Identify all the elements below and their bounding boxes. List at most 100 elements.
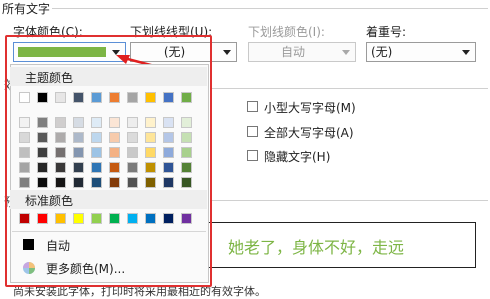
theme-shade-swatch[interactable]: [163, 117, 174, 128]
chevron-down-icon: [342, 50, 350, 55]
theme-shade-swatch[interactable]: [109, 177, 120, 188]
auto-color-label: 自动: [46, 239, 71, 253]
emphasis-dropdown[interactable]: (无): [366, 42, 476, 62]
theme-shade-swatch[interactable]: [145, 147, 156, 158]
more-colors-label: 更多颜色(M)...: [46, 262, 126, 276]
theme-shade-swatch[interactable]: [109, 132, 120, 143]
theme-shade-swatch[interactable]: [91, 162, 102, 173]
theme-color-swatch[interactable]: [73, 92, 84, 103]
theme-shade-swatch[interactable]: [127, 162, 138, 173]
color-wheel-icon: [23, 262, 35, 274]
theme-color-swatch[interactable]: [163, 92, 174, 103]
footer-note: 尚未安装此字体，打印时将采用最相近的有效字体。: [13, 285, 266, 298]
hidden-text-checkbox[interactable]: [247, 150, 258, 161]
theme-shade-swatch[interactable]: [91, 177, 102, 188]
theme-shade-swatch[interactable]: [145, 117, 156, 128]
preview-divider: [210, 200, 488, 201]
theme-shade-swatch[interactable]: [19, 162, 30, 173]
standard-color-swatch[interactable]: [91, 213, 102, 224]
standard-color-swatch[interactable]: [37, 213, 48, 224]
theme-shade-swatch[interactable]: [163, 162, 174, 173]
theme-shade-swatch[interactable]: [37, 132, 48, 143]
chevron-down-icon: [462, 50, 470, 55]
picker-separator: [12, 231, 206, 232]
font-color-swatch: [18, 47, 106, 57]
theme-shade-swatch[interactable]: [109, 117, 120, 128]
auto-color-swatch: [23, 239, 34, 250]
theme-shade-swatch[interactable]: [163, 147, 174, 158]
theme-color-swatch[interactable]: [145, 92, 156, 103]
theme-shade-swatch[interactable]: [127, 147, 138, 158]
theme-shade-swatch[interactable]: [55, 177, 66, 188]
effects-divider: [210, 88, 488, 89]
theme-shade-swatch[interactable]: [37, 147, 48, 158]
theme-shade-swatch[interactable]: [91, 132, 102, 143]
standard-color-swatch[interactable]: [163, 213, 174, 224]
theme-shade-swatch[interactable]: [37, 177, 48, 188]
standard-color-swatch[interactable]: [181, 213, 192, 224]
theme-shade-swatch[interactable]: [145, 177, 156, 188]
theme-shade-swatch[interactable]: [19, 147, 30, 158]
underline-style-label: 下划线线型(U):: [130, 25, 213, 39]
theme-shade-swatch[interactable]: [181, 162, 192, 173]
theme-shade-swatch[interactable]: [73, 117, 84, 128]
preview-box: 她老了，身体不好，走远: [200, 222, 476, 268]
theme-shade-swatch[interactable]: [55, 117, 66, 128]
small-caps-checkbox[interactable]: [247, 101, 258, 112]
underline-color-label: 下划线颜色(I):: [248, 25, 325, 39]
theme-shade-swatch[interactable]: [181, 177, 192, 188]
theme-shade-swatch[interactable]: [55, 162, 66, 173]
standard-color-swatch[interactable]: [19, 213, 30, 224]
section-title: 所有文字: [2, 2, 51, 16]
theme-shade-swatch[interactable]: [145, 132, 156, 143]
hidden-text-label: 隐藏文字(H): [264, 150, 331, 164]
theme-shade-swatch[interactable]: [55, 147, 66, 158]
standard-color-swatch[interactable]: [109, 213, 120, 224]
font-color-label: 字体颜色(C):: [13, 25, 83, 39]
theme-color-swatch[interactable]: [55, 92, 66, 103]
theme-shade-swatch[interactable]: [127, 177, 138, 188]
theme-color-swatch[interactable]: [37, 92, 48, 103]
theme-shade-swatch[interactable]: [127, 132, 138, 143]
theme-color-swatch[interactable]: [109, 92, 120, 103]
theme-shade-swatch[interactable]: [19, 117, 30, 128]
theme-shade-swatch[interactable]: [37, 162, 48, 173]
standard-color-swatch[interactable]: [73, 213, 84, 224]
theme-shade-swatch[interactable]: [181, 132, 192, 143]
theme-shade-swatch[interactable]: [163, 132, 174, 143]
standard-color-swatch[interactable]: [55, 213, 66, 224]
theme-shade-swatch[interactable]: [181, 147, 192, 158]
theme-shade-swatch[interactable]: [163, 177, 174, 188]
theme-color-swatch[interactable]: [19, 92, 30, 103]
theme-shade-swatch[interactable]: [91, 117, 102, 128]
theme-shade-swatch[interactable]: [19, 132, 30, 143]
theme-colors-title: 主题颜色: [25, 71, 74, 85]
theme-shade-swatch[interactable]: [73, 162, 84, 173]
all-caps-checkbox[interactable]: [247, 126, 258, 137]
theme-shade-swatch[interactable]: [145, 162, 156, 173]
chevron-down-icon: [223, 50, 231, 55]
theme-shade-swatch[interactable]: [37, 117, 48, 128]
theme-shade-swatch[interactable]: [109, 162, 120, 173]
theme-shade-swatch[interactable]: [127, 117, 138, 128]
theme-shade-swatch[interactable]: [109, 147, 120, 158]
emphasis-value: (无): [371, 45, 393, 59]
theme-shade-swatch[interactable]: [73, 147, 84, 158]
theme-color-swatch[interactable]: [91, 92, 102, 103]
theme-shade-swatch[interactable]: [181, 117, 192, 128]
theme-shade-swatch[interactable]: [91, 147, 102, 158]
standard-color-swatch[interactable]: [127, 213, 138, 224]
standard-colors-title: 标准颜色: [25, 194, 74, 208]
theme-shade-swatch[interactable]: [19, 177, 30, 188]
emphasis-label: 着重号:: [366, 25, 407, 39]
small-caps-label: 小型大写字母(M): [264, 101, 356, 115]
theme-shade-swatch[interactable]: [73, 177, 84, 188]
auto-color-option[interactable]: 自动: [18, 236, 198, 254]
more-colors-option[interactable]: 更多颜色(M)...: [18, 259, 198, 277]
all-caps-label: 全部大写字母(A): [264, 126, 354, 140]
theme-shade-swatch[interactable]: [55, 132, 66, 143]
standard-color-swatch[interactable]: [145, 213, 156, 224]
theme-color-swatch[interactable]: [181, 92, 192, 103]
theme-color-swatch[interactable]: [127, 92, 138, 103]
theme-shade-swatch[interactable]: [73, 132, 84, 143]
